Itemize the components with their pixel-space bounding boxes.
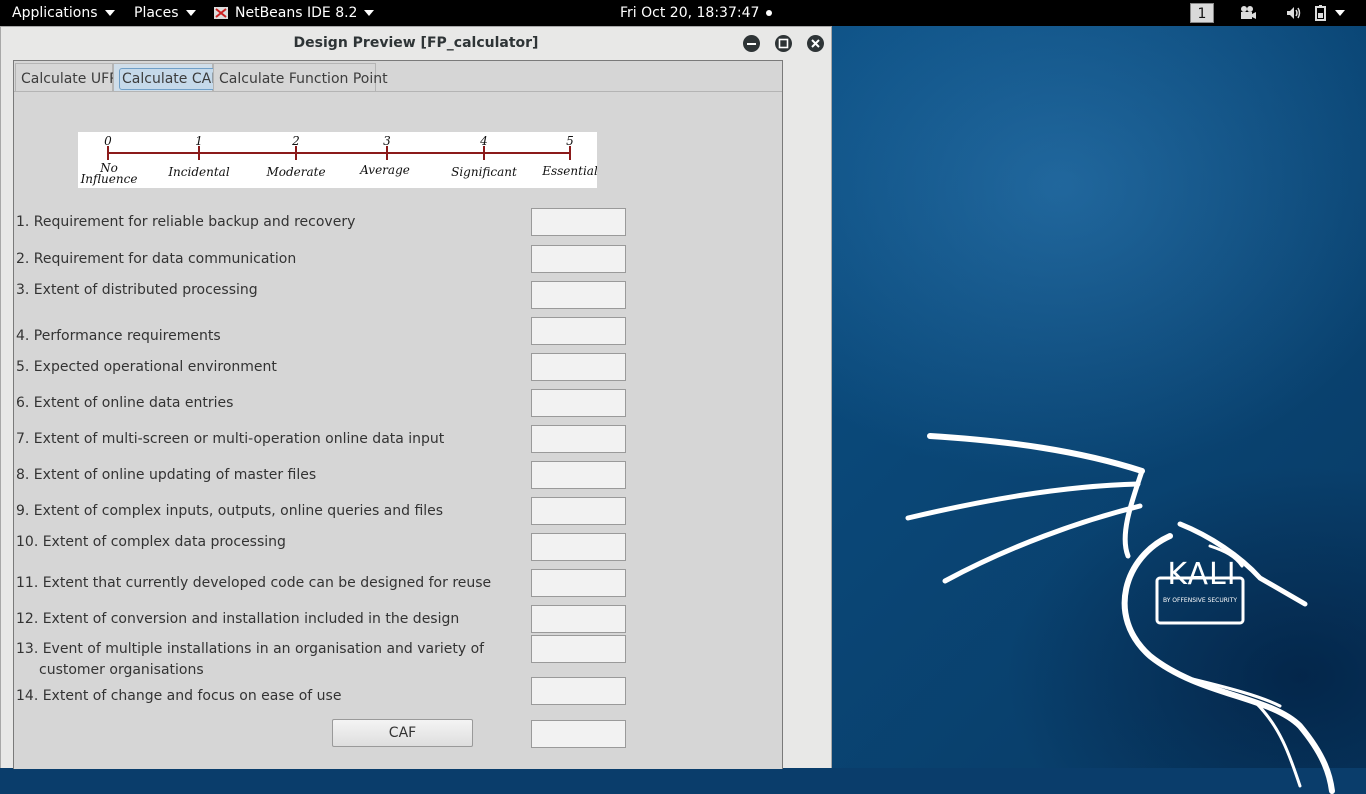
tab-calculate-caf[interactable]: Calculate CAF [113,63,223,91]
applications-label: Applications [12,5,98,21]
question-7-input[interactable] [531,425,626,453]
clock-text: Fri Oct 20, 18:37:47 [620,5,760,21]
scale-tick-label: 1 [195,134,203,148]
minimize-icon [747,43,756,45]
applications-menu[interactable]: Applications [12,0,115,26]
question-8-input[interactable] [531,461,626,489]
question-label-8: 8. Extent of online updating of master f… [16,467,317,483]
maximize-icon [778,38,789,49]
question-2-input[interactable] [531,245,626,273]
scale-tick-label: 5 [566,134,574,148]
question-10-input[interactable] [531,533,626,561]
top-panel: Applications Places NetBeans IDE 8.2 Fri… [0,0,1366,26]
netbeans-icon [214,7,228,19]
tab-label: Calculate Function Point [219,71,388,87]
tab-calculate-ufp[interactable]: Calculate UFP [15,63,118,91]
design-preview-window: Design Preview [FP_calculator] Calculate… [0,26,832,769]
scale-label: Significant [451,165,517,179]
netbeans-label: NetBeans IDE 8.2 [235,5,358,21]
tab-label: Calculate CAF [119,68,223,90]
question-5-input[interactable] [531,353,626,381]
chevron-down-icon [185,10,196,16]
question-3-input[interactable] [531,281,626,309]
question-label-1: 1. Requirement for reliable backup and r… [16,214,356,230]
netbeans-app-menu[interactable]: NetBeans IDE 8.2 [213,0,375,26]
tab-calculate-function-point[interactable]: Calculate Function Point [213,63,388,91]
places-label: Places [134,5,179,21]
workspace-indicator[interactable]: 1 [1190,3,1214,23]
question-11-input[interactable] [531,569,626,597]
volume-icon[interactable] [1285,5,1303,21]
window-titlebar[interactable]: Design Preview [FP_calculator] [1,27,831,60]
clock[interactable]: Fri Oct 20, 18:37:47 [620,0,772,26]
question-label-4: 4. Performance requirements [16,328,221,344]
system-menu-chevron-icon[interactable] [1335,10,1345,16]
kali-wordmark: KALI [1167,557,1237,592]
caf-result-field[interactable] [531,720,626,748]
question-label-7: 7. Extent of multi-screen or multi-opera… [16,431,445,447]
notification-dot-icon [765,10,772,16]
kali-dragon-logo [905,433,1335,794]
maximize-button[interactable] [775,35,792,52]
question-label-14: 14. Extent of change and focus on ease o… [16,688,342,704]
scale-tick-label: 3 [383,134,391,148]
scale-tick-label: 4 [479,134,488,148]
question-label-12: 12. Extent of conversion and installatio… [16,611,460,627]
question-label-5: 5. Expected operational environment [16,359,277,375]
caf-button[interactable]: CAF [332,719,473,747]
question-6-input[interactable] [531,389,626,417]
question-12-input[interactable] [531,605,626,633]
question-label-2: 2. Requirement for data communication [16,251,297,267]
question-label-9: 9. Extent of complex inputs, outputs, on… [16,503,444,519]
video-camera-icon[interactable] [1239,5,1257,21]
question-9-input[interactable] [531,497,626,525]
question-label-13-continued: customer organisations [39,662,204,678]
scale-label: Essential [541,164,597,178]
places-menu[interactable]: Places [134,0,196,26]
scale-label: Influence [80,172,138,186]
minimize-button[interactable] [743,35,760,52]
question-label-3: 3. Extent of distributed processing [16,282,258,298]
question-4-input[interactable] [531,317,626,345]
question-label-11: 11. Extent that currently developed code… [16,575,492,591]
question-14-input[interactable] [531,677,626,705]
scale-tick-label: 0 [104,134,112,148]
battery-icon[interactable] [1313,5,1331,21]
chevron-down-icon [104,10,115,16]
question-13-input[interactable] [531,635,626,663]
scale-label: Incidental [167,165,230,179]
question-label-10: 10. Extent of complex data processing [16,534,286,550]
question-label-6: 6. Extent of online data entries [16,395,234,411]
influence-scale-image: 0 1 2 3 4 5 No Influence Incidental Mode… [78,132,597,188]
chevron-down-icon [364,10,375,16]
window-title: Design Preview [FP_calculator] [293,35,539,51]
question-label-13: 13. Event of multiple installations in a… [16,641,485,657]
scale-label: Average [359,163,410,177]
close-button[interactable] [807,35,824,52]
kali-tagline: BY OFFENSIVE SECURITY [1162,597,1238,604]
scale-tick-label: 2 [291,134,300,148]
close-icon [811,39,820,48]
tab-label: Calculate UFP [21,71,118,87]
scale-label: Moderate [265,165,325,179]
question-1-input[interactable] [531,208,626,236]
